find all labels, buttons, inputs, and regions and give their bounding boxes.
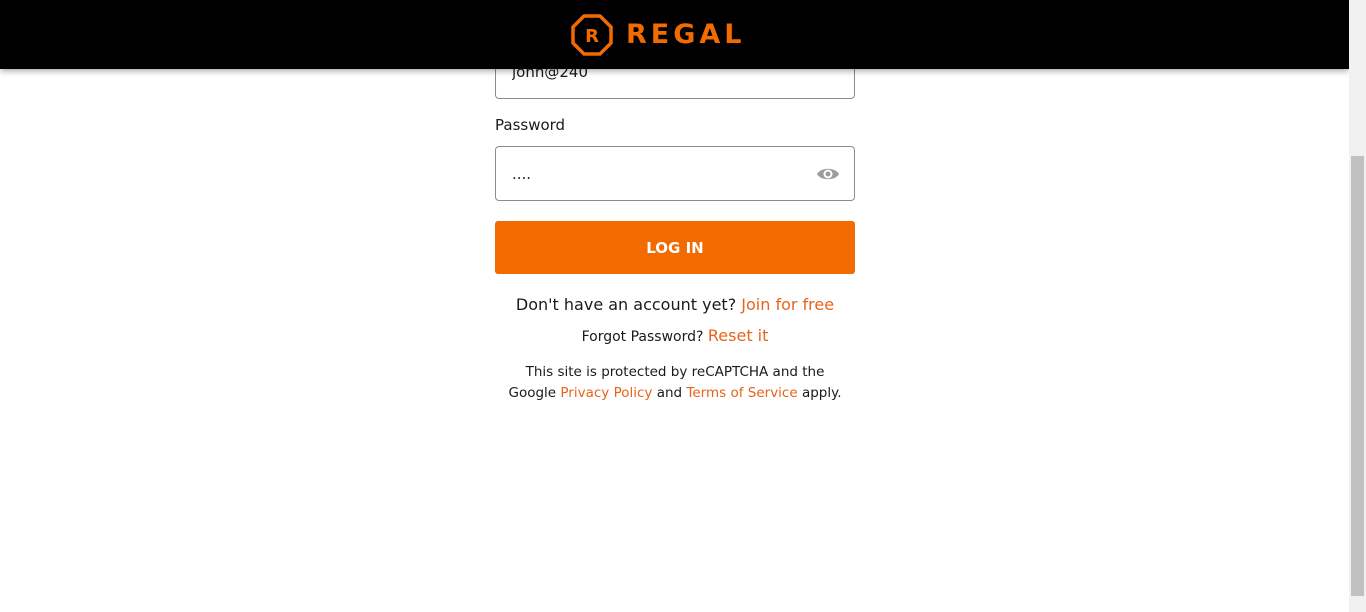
login-page: R REGAL Password LOG IN Don't have an ac… [0, 0, 1349, 612]
recaptcha-line-2: Google Privacy Policy and Terms of Servi… [485, 383, 865, 404]
join-prompt-text: Don't have an account yet? [515, 295, 737, 314]
recaptcha-apply-text: apply. [797, 385, 842, 401]
site-header: R REGAL [0, 0, 1349, 69]
recaptcha-google-text: Google [508, 385, 557, 401]
scrollbar-thumb[interactable] [1351, 156, 1364, 596]
logo-wordmark: REGAL [626, 19, 746, 50]
reset-it-link[interactable]: Reset it [708, 326, 769, 345]
login-button[interactable]: LOG IN [495, 221, 855, 274]
regal-r-octagon-icon: R [571, 14, 613, 56]
recaptcha-line-1: This site is protected by reCAPTCHA and … [525, 364, 825, 380]
recaptcha-and-text: and [656, 385, 683, 401]
password-field[interactable] [495, 146, 855, 201]
privacy-policy-link[interactable]: Privacy Policy [560, 385, 652, 401]
password-label: Password [495, 116, 566, 134]
svg-text:R: R [585, 26, 599, 47]
recaptcha-notice: This site is protected by reCAPTCHA and … [485, 362, 865, 404]
forgot-password-line: Forgot Password? Reset it [495, 326, 855, 345]
join-for-free-link[interactable]: Join for free [741, 295, 834, 314]
forgot-password-text: Forgot Password? [581, 329, 704, 345]
eye-icon[interactable] [816, 164, 840, 184]
password-input[interactable] [512, 147, 802, 200]
terms-of-service-link[interactable]: Terms of Service [686, 385, 797, 401]
page-scrollbar[interactable] [1349, 0, 1366, 612]
regal-logo[interactable]: R REGAL [570, 12, 746, 58]
join-prompt-line: Don't have an account yet? Join for free [495, 295, 855, 314]
